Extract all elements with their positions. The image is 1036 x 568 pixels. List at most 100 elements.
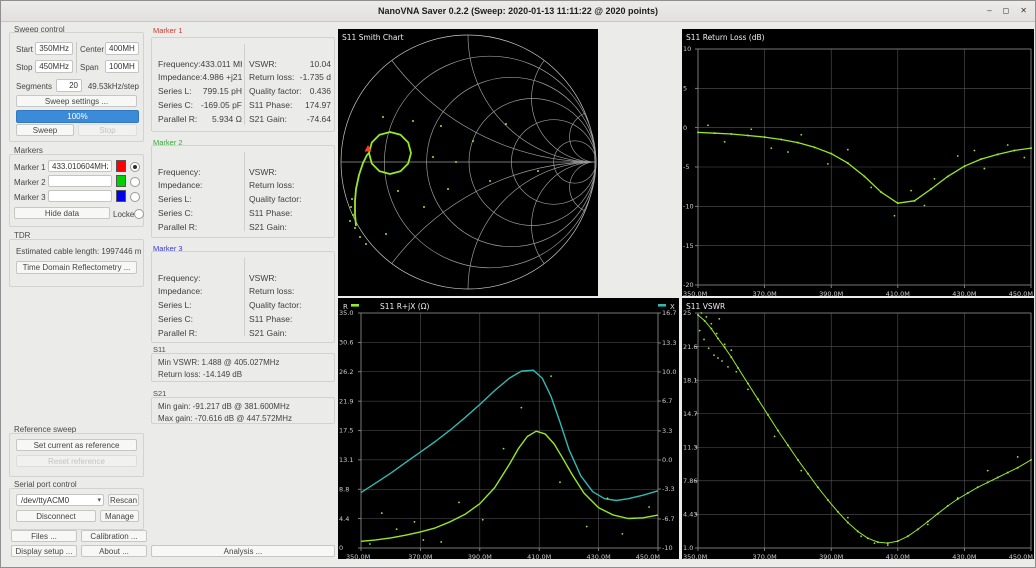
s21-info-panel: Min gain: -91.217 dB @ 381.600MHzMax gai… xyxy=(151,397,335,424)
marker1-color-swatch[interactable] xyxy=(116,160,126,172)
panel-divider xyxy=(244,258,245,336)
marker-data-row xyxy=(158,151,242,165)
analysis-button[interactable]: Analysis ... xyxy=(151,545,335,557)
marker-data-row xyxy=(249,43,331,57)
svg-text:-15: -15 xyxy=(683,242,694,250)
marker2-color-swatch[interactable] xyxy=(116,175,126,187)
svg-text:430.0M: 430.0M xyxy=(586,553,610,559)
marker-data-row xyxy=(158,257,242,271)
set-reference-button[interactable]: Set current as reference xyxy=(16,439,137,451)
svg-text:21.6: 21.6 xyxy=(683,343,697,351)
svg-text:410.0M: 410.0M xyxy=(886,290,910,296)
marker2-radio[interactable] xyxy=(130,177,140,187)
stop-button[interactable]: Stop xyxy=(78,124,137,136)
segments-label: Segments xyxy=(16,82,52,91)
marker-data-row: Impedance:4.986 +j21 xyxy=(158,71,242,85)
marker-data-row: Impedance: xyxy=(158,285,242,299)
display-setup-button[interactable]: Display setup ... xyxy=(11,545,77,557)
marker3-data-panel: Frequency:Impedance:Series L:Series C:Pa… xyxy=(151,251,335,343)
marker-data-row: Series C:-169.05 pF xyxy=(158,98,242,112)
segments-input[interactable] xyxy=(56,79,82,92)
sweep-button[interactable]: Sweep xyxy=(16,124,74,136)
marker-data-row: Frequency:433.011 MHz xyxy=(158,57,242,71)
marker-data-row: Series C: xyxy=(158,206,242,220)
svg-text:17.5: 17.5 xyxy=(339,427,353,435)
hide-data-button[interactable]: Hide data xyxy=(14,207,110,219)
smith-chart[interactable]: S11 Smith Chart xyxy=(338,29,598,296)
svg-text:8.8: 8.8 xyxy=(339,485,349,493)
marker-data-row: Series L: xyxy=(158,192,242,206)
s11-info-panel: Min VSWR: 1.488 @ 405.027MHzReturn loss:… xyxy=(151,353,335,382)
svg-text:-6.7: -6.7 xyxy=(662,515,675,523)
span-frequency-input[interactable] xyxy=(105,60,139,73)
smith-chart-panel[interactable]: S11 Smith Chart xyxy=(338,29,598,296)
rjx-chart-panel[interactable]: 350.0M370.0M390.0M410.0M430.0M450.0M35.0… xyxy=(338,298,679,559)
disconnect-button[interactable]: Disconnect xyxy=(16,510,96,522)
marker-data-row: Series L:799.15 pH xyxy=(158,84,242,98)
s11-info-row: Return loss: -14.149 dB xyxy=(158,370,330,382)
marker1-panel-title: Marker 1 xyxy=(153,26,183,35)
marker-data-row: VSWR: xyxy=(249,271,331,285)
vswr-chart[interactable]: 350.0M370.0M390.0M410.0M430.0M450.0M2521… xyxy=(682,298,1034,559)
svg-text:-3.3: -3.3 xyxy=(662,485,675,493)
tdr-button[interactable]: Time Domain Reflectometry ... xyxy=(16,261,137,274)
svg-text:18.1: 18.1 xyxy=(683,376,697,384)
sweep-settings-button[interactable]: Sweep settings ... xyxy=(16,95,137,107)
about-button[interactable]: About ... xyxy=(81,545,147,557)
svg-text:3.3: 3.3 xyxy=(662,427,672,435)
marker-data-row: VSWR: xyxy=(249,165,331,179)
svg-text:350.0M: 350.0M xyxy=(683,553,707,559)
marker2-frequency-input[interactable] xyxy=(48,175,112,187)
reset-reference-button[interactable]: Reset reference xyxy=(16,455,137,467)
marker-data-row: Quality factor: xyxy=(249,192,331,206)
smith-grid xyxy=(341,29,598,296)
sweep-divider xyxy=(76,42,77,73)
s21-info-row: Max gain: -70.616 dB @ 447.572MHz xyxy=(158,414,330,426)
marker-data-row: Frequency: xyxy=(158,165,242,179)
files-button[interactable]: Files ... xyxy=(11,530,77,542)
marker1-radio[interactable] xyxy=(130,162,140,172)
marker-data-row xyxy=(158,43,242,57)
marker-data-row: Quality factor:0.436 xyxy=(249,84,331,98)
center-frequency-input[interactable] xyxy=(105,42,139,55)
calibration-button[interactable]: Calibration ... xyxy=(81,530,147,542)
serial-port-select[interactable]: /dev/ttyACM0 ▾ xyxy=(16,494,104,506)
marker-data-row: Series C: xyxy=(158,312,242,326)
return-loss-chart-panel[interactable]: 350.0M370.0M390.0M410.0M430.0M450.0M1050… xyxy=(682,29,1034,296)
svg-text:4.4: 4.4 xyxy=(339,515,349,523)
return-loss-chart[interactable]: 350.0M370.0M390.0M410.0M430.0M450.0M1050… xyxy=(682,29,1034,296)
marker3-color-swatch[interactable] xyxy=(116,190,126,202)
start-frequency-input[interactable] xyxy=(35,42,73,55)
step-info: 49.53kHz/step xyxy=(86,82,139,91)
svg-text:390.0M: 390.0M xyxy=(819,290,843,296)
stop-frequency-input[interactable] xyxy=(35,60,73,73)
marker-data-row: S11 Phase: xyxy=(249,206,331,220)
marker3-label: Marker 3 xyxy=(14,193,46,202)
app-window: NanoVNA Saver 0.2.2 (Sweep: 2020-01-13 1… xyxy=(0,0,1036,568)
marker3-frequency-input[interactable] xyxy=(48,190,112,202)
marker1-data-panel: Frequency:433.011 MHzImpedance:4.986 +j2… xyxy=(151,37,335,132)
marker-data-row: S21 Gain:-74.64 xyxy=(249,112,331,126)
rescan-button[interactable]: Rescan xyxy=(108,494,139,506)
marker-data-row: S11 Phase:174.97 xyxy=(249,98,331,112)
svg-text:370.0M: 370.0M xyxy=(752,290,776,296)
rjx-chart[interactable]: 350.0M370.0M390.0M410.0M430.0M450.0M35.0… xyxy=(338,298,679,559)
manage-button[interactable]: Manage xyxy=(100,510,139,522)
s11-info-row: Min VSWR: 1.488 @ 405.027MHz xyxy=(158,358,330,370)
serial-port-value: /dev/ttyACM0 xyxy=(21,496,69,505)
svg-text:13.3: 13.3 xyxy=(662,339,676,347)
svg-text:4.43: 4.43 xyxy=(683,511,697,519)
marker-data-row: S21 Phase:61.89° xyxy=(249,126,331,127)
marker3-radio[interactable] xyxy=(130,192,140,202)
vswr-chart-panel[interactable]: 350.0M370.0M390.0M410.0M430.0M450.0M2521… xyxy=(682,298,1034,559)
marker-data-row xyxy=(249,257,331,271)
marker-data-row: Parallel R: xyxy=(158,220,242,233)
svg-text:370.0M: 370.0M xyxy=(408,553,432,559)
marker1-frequency-input[interactable] xyxy=(48,160,112,172)
sweep-control-group: Start Center Stop Span Segments 49.53kHz… xyxy=(9,32,144,142)
svg-text:450.0M: 450.0M xyxy=(1009,553,1033,559)
tdr-group: Estimated cable length: 1997446 m Time D… xyxy=(9,239,144,287)
marker-data-row: Return loss: xyxy=(249,179,331,193)
locked-radio[interactable] xyxy=(134,209,144,219)
cable-length-text: Estimated cable length: 1997446 m xyxy=(16,247,141,256)
